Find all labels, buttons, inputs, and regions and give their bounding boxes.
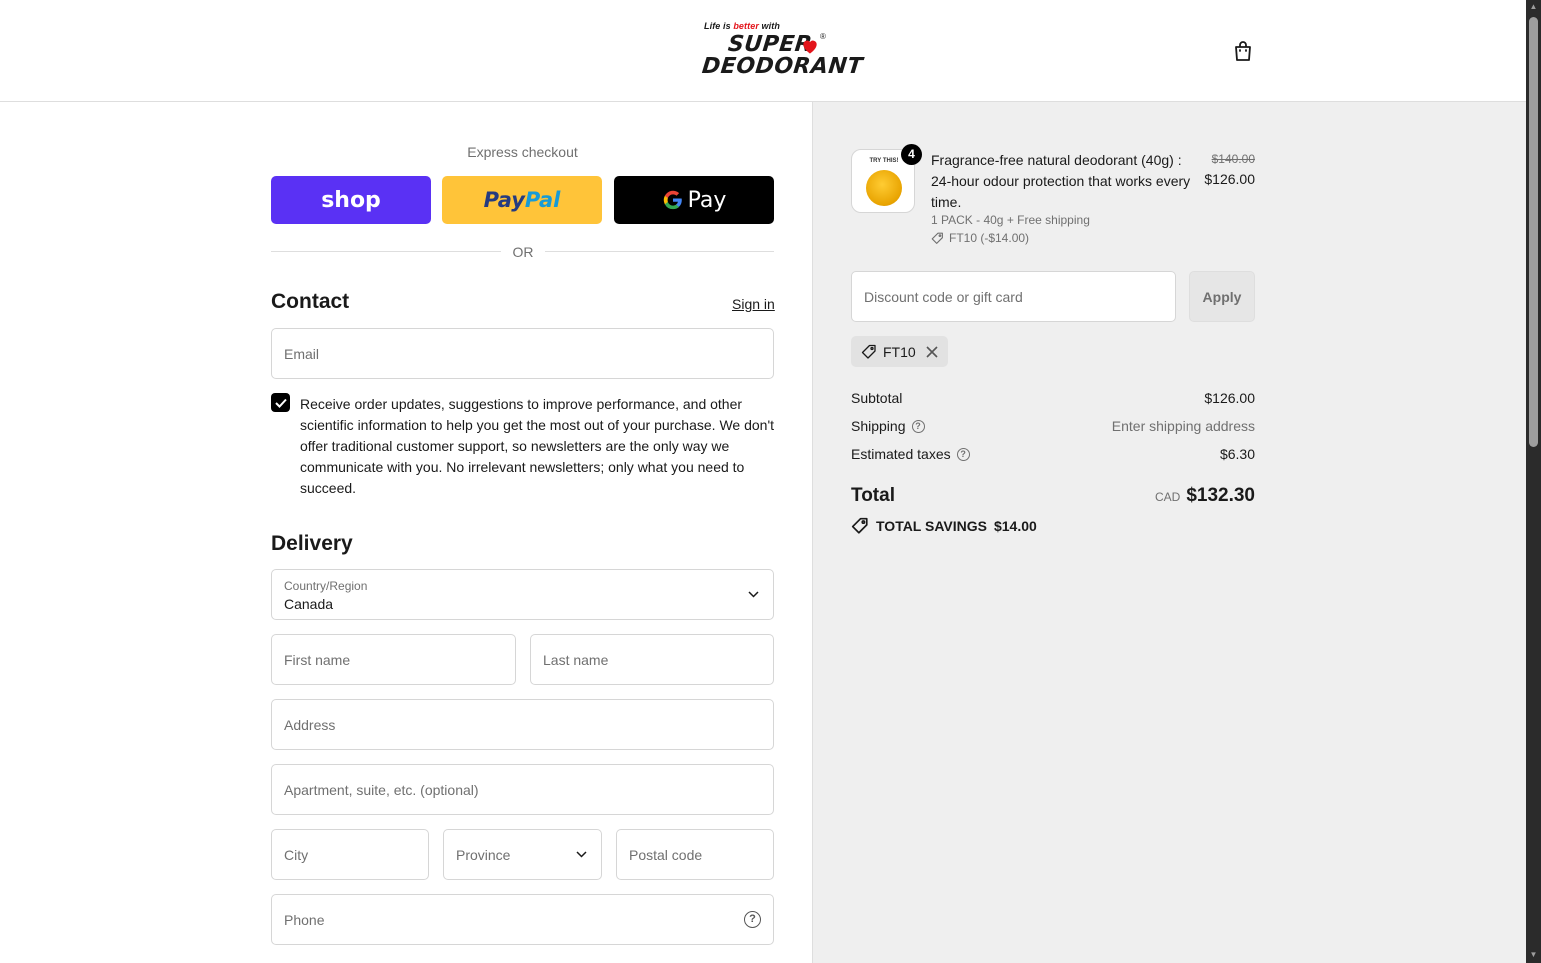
address-input[interactable]: [272, 700, 773, 749]
total-value: $132.30: [1186, 485, 1255, 506]
applied-discount-chip: FT10: [851, 336, 948, 367]
shopping-bag-icon[interactable]: [1231, 39, 1255, 63]
brand-line-2: DEODORANT: [700, 54, 865, 79]
newsletter-consent-text: Receive order updates, suggestions to im…: [300, 396, 775, 496]
shipping-row: Shipping? Enter shipping address: [851, 418, 1255, 434]
quantity-badge: 4: [901, 144, 922, 165]
google-g-icon: [663, 190, 682, 210]
product-title: Fragrance-free natural deodorant (40g) :…: [931, 152, 1191, 210]
product-original-price: $140.00: [1211, 152, 1255, 166]
phone-field[interactable]: ?: [271, 894, 774, 945]
page-scrollbar[interactable]: ▲ ▼: [1526, 0, 1541, 963]
last-name-input[interactable]: [531, 635, 773, 684]
savings-value: $14.00: [993, 518, 1037, 534]
paypal-button[interactable]: Pay Pal: [442, 176, 602, 224]
email-field[interactable]: [271, 328, 774, 379]
postal-code-field[interactable]: [616, 829, 774, 880]
chevron-down-icon: [576, 850, 587, 858]
divider-right: [545, 251, 774, 252]
brand-logo[interactable]: Life is better with SUPER ® DEODORANT: [700, 18, 864, 82]
delivery-heading: Delivery: [271, 532, 353, 555]
currency-code: CAD: [1154, 490, 1181, 504]
chevron-down-icon: [748, 591, 759, 598]
brand-tagline: Life is better with: [704, 21, 780, 31]
postal-code-input[interactable]: [617, 830, 773, 879]
total-row: Total CAD $132.30: [851, 485, 1255, 507]
paypal-label-part2: Pal: [524, 188, 561, 212]
subtotal-label: Subtotal: [851, 390, 903, 406]
total-label: Total: [851, 485, 895, 506]
city-input[interactable]: [272, 830, 428, 879]
product-image: [866, 170, 902, 206]
scroll-down-icon[interactable]: ▼: [1529, 950, 1538, 959]
province-placeholder: Province: [456, 847, 511, 863]
shop-pay-button[interactable]: shop: [271, 176, 431, 224]
tag-icon: [861, 344, 876, 359]
contact-heading: Contact: [271, 290, 350, 313]
savings-label: TOTAL SAVINGS: [876, 518, 987, 534]
tag-icon: [851, 517, 868, 534]
remove-discount-icon[interactable]: [926, 345, 938, 358]
subtotal-row: Subtotal $126.00: [851, 390, 1255, 406]
applied-discount-code: FT10: [883, 343, 916, 360]
product-price: $126.00: [1204, 171, 1255, 187]
country-label: Country/Region: [284, 579, 368, 593]
last-name-field[interactable]: [530, 634, 774, 685]
shipping-value: Enter shipping address: [1111, 418, 1255, 434]
apartment-input[interactable]: [272, 765, 773, 814]
subtotal-value: $126.00: [1204, 390, 1255, 406]
tag-icon: [931, 232, 943, 244]
shipping-label: Shipping: [851, 418, 906, 434]
product-variant: 1 PACK - 40g + Free shipping: [931, 213, 1090, 227]
sign-in-link[interactable]: Sign in: [732, 296, 775, 312]
country-value: Canada: [284, 596, 334, 612]
first-name-input[interactable]: [272, 635, 515, 684]
taxes-value: $6.30: [1219, 446, 1255, 462]
or-divider-text: OR: [512, 244, 534, 260]
first-name-field[interactable]: [271, 634, 516, 685]
paypal-label-part1: Pay: [483, 188, 525, 212]
scrollbar-thumb[interactable]: [1529, 17, 1538, 447]
google-pay-label: Pay: [687, 187, 727, 213]
country-select[interactable]: Country/Region Canada: [271, 569, 774, 620]
express-checkout-label: Express checkout: [467, 144, 578, 160]
heart-icon: [803, 40, 817, 54]
newsletter-checkbox[interactable]: [271, 393, 290, 412]
phone-help-icon[interactable]: ?: [744, 911, 761, 928]
apartment-field[interactable]: [271, 764, 774, 815]
province-select[interactable]: Province: [443, 829, 602, 880]
google-pay-button[interactable]: Pay: [614, 176, 774, 224]
help-icon[interactable]: ?: [956, 447, 970, 461]
city-field[interactable]: [271, 829, 429, 880]
phone-input[interactable]: [272, 895, 773, 944]
scroll-up-icon[interactable]: ▲: [1529, 2, 1538, 11]
total-savings: TOTAL SAVINGS $14.00: [851, 517, 1037, 535]
shop-pay-label: shop: [321, 187, 381, 213]
address-field[interactable]: [271, 699, 774, 750]
email-input[interactable]: [272, 329, 773, 378]
product-discount: FT10 (-$14.00): [931, 231, 1029, 245]
apply-discount-button[interactable]: Apply: [1189, 271, 1255, 322]
site-header: Life is better with SUPER ® DEODORANT: [0, 0, 1526, 102]
registered-mark: ®: [820, 32, 826, 41]
taxes-row: Estimated taxes? $6.30: [851, 446, 1255, 462]
taxes-label: Estimated taxes: [851, 446, 951, 462]
product-discount-text: FT10 (-$14.00): [949, 231, 1030, 245]
help-icon[interactable]: ?: [911, 419, 925, 433]
divider-left: [271, 251, 501, 252]
checkmark-icon: [274, 398, 287, 408]
discount-code-input[interactable]: [851, 271, 1176, 322]
